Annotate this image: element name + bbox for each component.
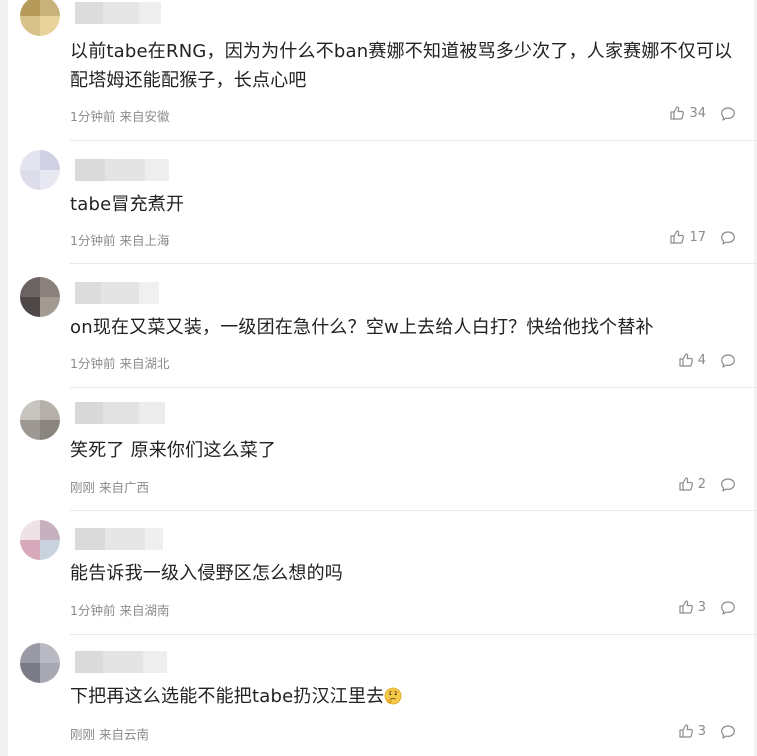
comment-text-body: 下把再这么选能不能把tabe扔汉江里去 <box>70 686 385 707</box>
comment-location: 来自安徽 <box>119 109 170 124</box>
comment-text: on现在又菜又装，一级团在急什么？空w上去给人白打？快给他找个替补 <box>70 317 654 338</box>
comment-location: 来自上海 <box>119 233 170 248</box>
comment-time: 1分钟前 <box>70 356 116 371</box>
comment-text: 以前tabe在RNG，因为为什么不ban赛娜不知道被骂多少次了，人家赛娜不仅可以… <box>70 41 733 91</box>
comment-bubble-icon[interactable] <box>720 724 736 740</box>
comment-bubble-icon[interactable] <box>720 353 736 369</box>
avatar-tile <box>40 297 60 317</box>
comment-time: 刚刚 <box>70 727 96 742</box>
avatar-tile <box>40 400 60 420</box>
comment-location: 来自湖北 <box>119 356 170 371</box>
comment-text: 笑死了 原来你们这么菜了 <box>70 440 277 461</box>
like-button[interactable]: 34 <box>666 105 706 121</box>
comment-meta: 1分钟前 来自湖北 <box>70 353 169 372</box>
divider <box>70 510 757 511</box>
comment-time: 刚刚 <box>70 480 96 495</box>
thumbs-up-icon <box>679 600 693 614</box>
username-blurred[interactable] <box>75 528 163 550</box>
avatar-tile <box>20 150 40 170</box>
like-button[interactable]: 3 <box>666 723 706 739</box>
avatar-tile <box>20 663 40 683</box>
thumbs-up-icon <box>670 106 685 120</box>
comment-time: 1分钟前 <box>70 603 116 618</box>
username-blurred[interactable] <box>75 282 159 304</box>
avatar[interactable] <box>20 520 60 560</box>
avatar[interactable] <box>20 643 60 683</box>
comment-text: 下把再这么选能不能把tabe扔汉江里去 <box>70 682 738 711</box>
avatar-tile <box>20 540 40 560</box>
like-count: 3 <box>697 599 706 615</box>
username-blurred[interactable] <box>75 159 169 181</box>
avatar-tile <box>40 0 60 16</box>
avatar-tile <box>40 277 60 297</box>
avatar-tile <box>20 16 40 36</box>
like-count: 17 <box>689 229 706 245</box>
avatar-tile <box>20 520 40 540</box>
avatar-tile <box>20 400 40 420</box>
comment-meta: 刚刚 来自广西 <box>70 477 149 496</box>
like-button[interactable]: 4 <box>666 352 706 368</box>
username-blurred[interactable] <box>75 2 161 24</box>
username-blurred[interactable] <box>75 651 167 673</box>
divider <box>70 634 757 635</box>
comment-location: 来自湖南 <box>119 603 170 618</box>
comment-text: 能告诉我一级入侵野区怎么想的吗 <box>70 563 343 584</box>
like-button[interactable]: 17 <box>666 229 706 245</box>
divider <box>70 387 757 388</box>
thinking-face-icon <box>384 687 402 705</box>
avatar-tile <box>40 643 60 663</box>
comment-text: tabe冒充煮开 <box>70 194 185 215</box>
comment-bubble-icon[interactable] <box>720 230 736 246</box>
avatar-tile <box>20 277 40 297</box>
comment-location: 来自广西 <box>99 480 150 495</box>
avatar-tile <box>40 520 60 540</box>
avatar-tile <box>20 297 40 317</box>
comment-location: 来自云南 <box>99 727 150 742</box>
like-count: 4 <box>697 352 706 368</box>
comment-meta: 1分钟前 来自安徽 <box>70 106 169 125</box>
avatar-tile <box>40 663 60 683</box>
avatar-tile <box>20 0 40 16</box>
thumbs-up-icon <box>670 230 685 244</box>
comment-time: 1分钟前 <box>70 109 116 124</box>
comment-meta: 1分钟前 来自湖南 <box>70 600 169 619</box>
avatar-tile <box>40 540 60 560</box>
avatar[interactable] <box>20 0 60 36</box>
avatar-tile <box>20 420 40 440</box>
divider <box>70 263 757 264</box>
avatar[interactable] <box>20 277 60 317</box>
thumbs-up-icon <box>679 353 693 367</box>
divider <box>70 140 757 141</box>
comment-time: 1分钟前 <box>70 233 116 248</box>
comment-bubble-icon[interactable] <box>720 477 736 493</box>
thumbs-up-icon <box>679 724 693 738</box>
thumbs-up-icon <box>679 477 693 491</box>
comment-meta: 刚刚 来自云南 <box>70 724 149 743</box>
avatar-tile <box>40 170 60 190</box>
comment-bubble-icon[interactable] <box>720 600 736 616</box>
like-button[interactable]: 3 <box>666 599 706 615</box>
left-gutter <box>0 0 8 756</box>
avatar-tile <box>40 150 60 170</box>
comment-bubble-icon[interactable] <box>720 106 736 122</box>
avatar-tile <box>40 16 60 36</box>
like-count: 34 <box>689 105 706 121</box>
username-blurred[interactable] <box>75 402 165 424</box>
like-button[interactable]: 2 <box>666 476 706 492</box>
avatar-tile <box>20 170 40 190</box>
avatar-tile <box>20 643 40 663</box>
avatar-tile <box>40 420 60 440</box>
like-count: 3 <box>697 723 706 739</box>
comment-meta: 1分钟前 来自上海 <box>70 230 169 249</box>
avatar[interactable] <box>20 400 60 440</box>
like-count: 2 <box>697 476 706 492</box>
avatar[interactable] <box>20 150 60 190</box>
